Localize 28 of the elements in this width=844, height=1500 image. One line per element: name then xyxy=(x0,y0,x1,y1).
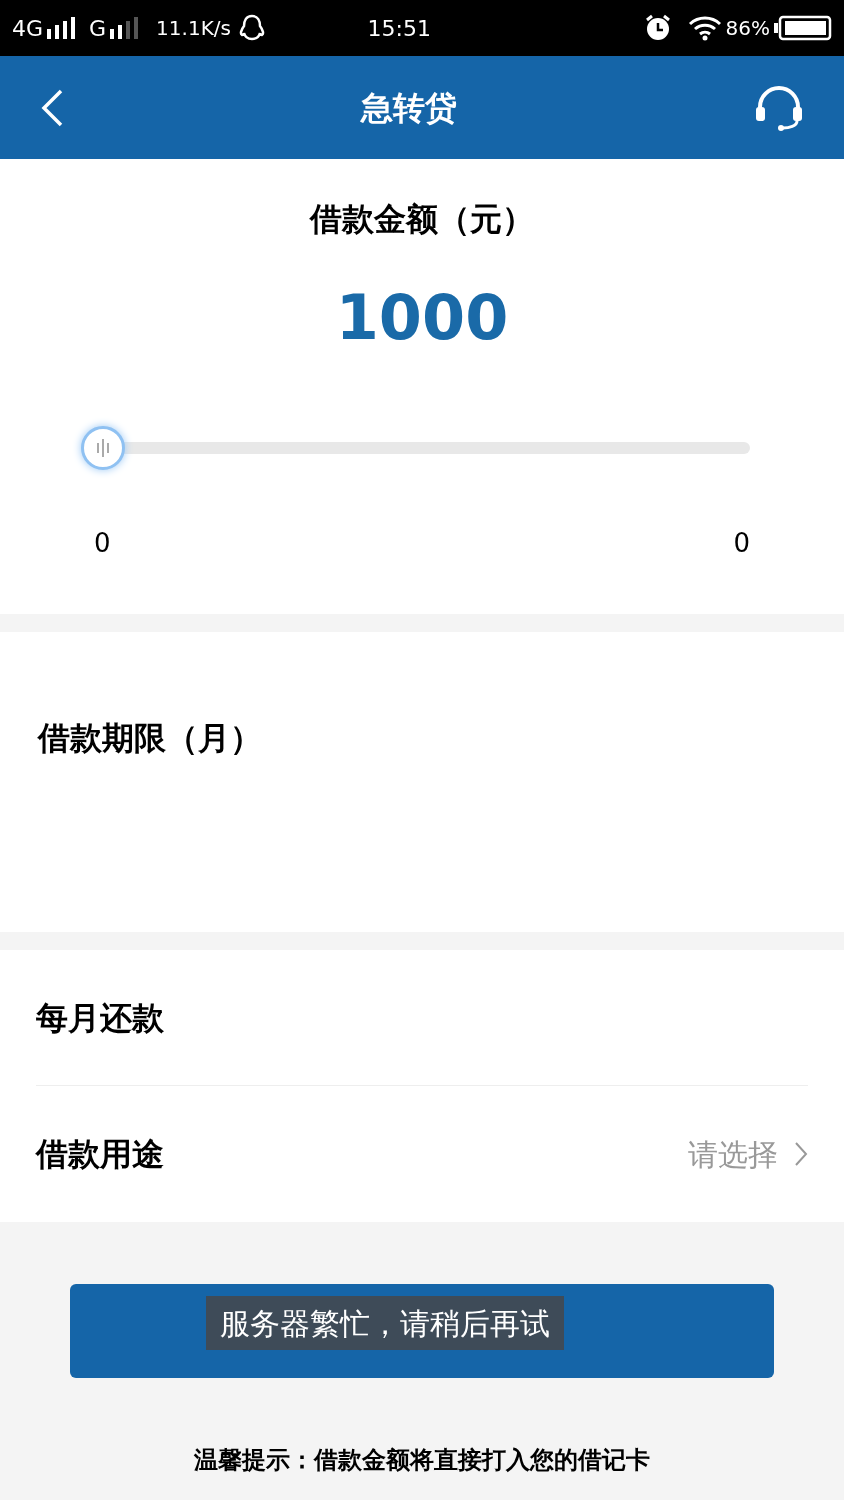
toast-message: 服务器繁忙，请稍后再试 xyxy=(206,1296,564,1350)
amount-label: 借款金额（元） xyxy=(310,199,534,240)
network-label: G xyxy=(89,14,107,43)
min-value: 0 xyxy=(94,527,111,560)
headset-icon[interactable] xyxy=(754,84,804,131)
signal-icon xyxy=(47,17,78,39)
slider-thumb[interactable] xyxy=(81,426,125,470)
form-row[interactable]: 借款用途 请选择 xyxy=(36,1086,808,1222)
penguin-icon xyxy=(238,14,265,42)
term-label: 借款期限（月） xyxy=(38,719,262,757)
network-label: 4G xyxy=(12,14,44,43)
battery-percent: 86% xyxy=(725,15,770,42)
signal-icon xyxy=(110,17,141,39)
row-label: 借款用途 xyxy=(36,1134,164,1175)
tip-text: 温馨提示：借款金额将直接打入您的借记卡 xyxy=(194,1445,650,1476)
select-placeholder: 请选择 xyxy=(688,1135,778,1174)
battery-icon xyxy=(774,15,832,41)
max-value: 0 xyxy=(733,527,750,560)
back-icon[interactable] xyxy=(40,88,64,127)
amount-value: 1000 xyxy=(335,280,509,356)
clock-time: 15:51 xyxy=(367,14,431,43)
page-title: 急转贷 xyxy=(361,87,457,129)
wifi-icon xyxy=(687,15,722,41)
slider-track[interactable] xyxy=(81,426,750,470)
network-speed: 11.1K/s xyxy=(156,15,231,42)
alarm-icon xyxy=(643,14,672,42)
row-label: 每月还款 xyxy=(36,997,164,1039)
chevron-right-icon xyxy=(794,1141,808,1167)
